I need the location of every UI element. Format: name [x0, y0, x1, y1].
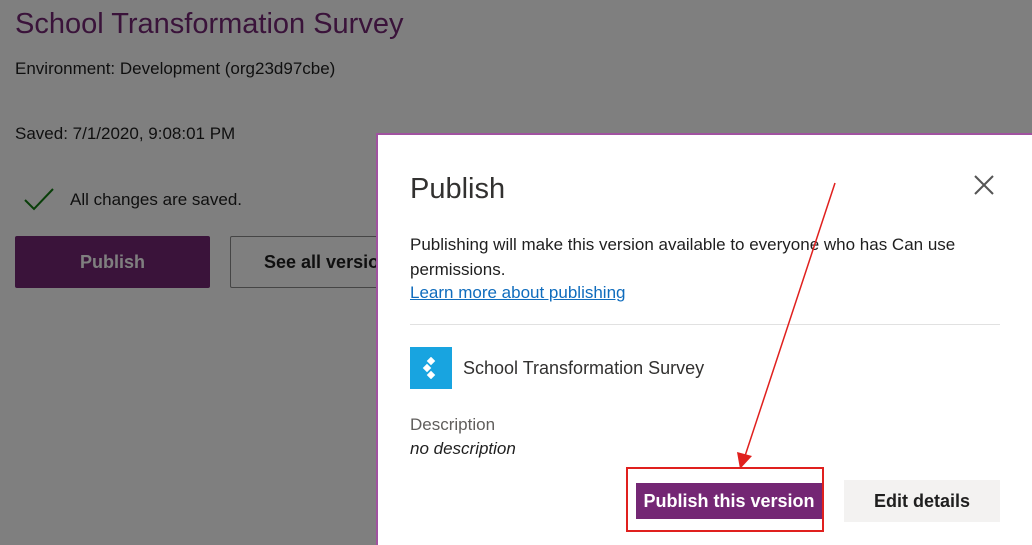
dialog-body-text: Publishing will make this version availa…	[410, 235, 956, 279]
app-name: School Transformation Survey	[463, 358, 705, 378]
edit-details-button[interactable]: Edit details	[844, 480, 1000, 522]
app-logo-glyph	[422, 357, 436, 379]
learn-more-link[interactable]: Learn more about publishing	[410, 283, 625, 303]
description-label: Description	[410, 415, 496, 434]
app-logo-icon	[410, 347, 452, 389]
description-value: no description	[410, 439, 516, 458]
annotation-highlight-box	[626, 467, 824, 532]
dialog-title: Publish	[410, 173, 506, 205]
close-icon[interactable]	[972, 173, 996, 197]
divider	[410, 324, 1000, 325]
